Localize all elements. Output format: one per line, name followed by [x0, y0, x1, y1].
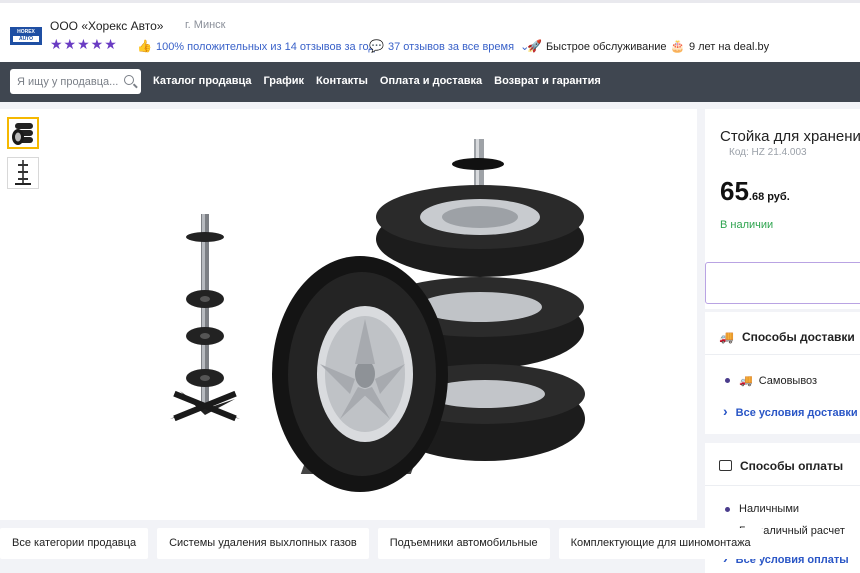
product-price: 65.68 руб. — [720, 176, 790, 207]
product-gallery — [0, 109, 697, 520]
stock-status: В наличии — [720, 219, 774, 231]
product-code: Код: HZ 21.4.003 — [729, 147, 807, 158]
seller-name[interactable]: ООО «Хорекс Авто» — [50, 19, 163, 33]
seller-header: HOREX AUTO ООО «Хорекс Авто» г. Минск ★★… — [0, 0, 860, 62]
price-integer: 65 — [720, 176, 749, 206]
thumbnail-2[interactable] — [7, 157, 39, 189]
seller-nav: Каталог продавца График Контакты Оплата … — [0, 62, 860, 102]
category-chip[interactable]: Все категории продавца — [0, 528, 149, 559]
rocket-icon: 🚀 — [527, 39, 542, 53]
delivery-card: 🚚 Способы доставки 🚚 Самовывоз Все условия… — [705, 312, 860, 434]
delivery-title: 🚚 Способы доставки — [719, 330, 855, 344]
rating-stars: ★★★★★ — [50, 36, 118, 52]
rating-link[interactable]: 👍 100% положительных из 14 отзывов за год — [137, 39, 375, 53]
thumbnail-1[interactable] — [7, 117, 39, 149]
payment-title-text: Способы оплаты — [740, 459, 844, 473]
payment-item-label: Наличными — [739, 503, 800, 515]
fast-service-badge: 🚀 Быстрое обслуживание — [527, 39, 667, 53]
fast-service-text: Быстрое обслуживание — [545, 41, 667, 53]
payment-item: Наличными — [725, 503, 799, 515]
search-input[interactable] — [10, 69, 118, 94]
product-image[interactable] — [150, 119, 610, 509]
years-badge: 🎂 9 лет на deal.by — [670, 39, 769, 53]
category-chips: Все категории продавца Системы удаления … — [0, 528, 763, 560]
nav-links: Каталог продавца График Контакты Оплата … — [153, 75, 613, 87]
logo-text-bottom: AUTO — [13, 36, 39, 42]
payment-title: Способы оплаты — [719, 459, 843, 473]
divider — [705, 485, 860, 486]
cake-icon: 🎂 — [670, 39, 685, 53]
order-button[interactable] — [705, 262, 860, 304]
years-text: 9 лет на deal.by — [688, 41, 770, 53]
reviews-dropdown[interactable]: 💬 37 отзывов за все время ⌄ — [369, 39, 529, 53]
price-currency: руб. — [767, 191, 790, 203]
category-chip[interactable]: Системы удаления выхлопных газов — [157, 528, 369, 559]
nav-catalog[interactable]: Каталог продавца — [153, 75, 251, 87]
reviews-text: 37 отзывов за все время — [387, 41, 515, 53]
truck-icon: 🚚 — [719, 330, 734, 344]
delivery-title-text: Способы доставки — [741, 330, 855, 344]
delivery-item-label: Самовывоз — [758, 375, 818, 387]
seller-logo[interactable]: HOREX AUTO — [10, 27, 42, 45]
stand-thumb-icon — [15, 160, 31, 185]
delivery-more-link[interactable]: Все условия доставки — [723, 403, 858, 419]
thumbs-up-icon: 👍 — [137, 39, 152, 53]
search-icon[interactable] — [124, 75, 134, 85]
search-box — [10, 69, 141, 94]
speech-bubble-icon: 💬 — [369, 39, 384, 53]
divider — [705, 354, 860, 355]
seller-city: г. Минск — [185, 19, 226, 31]
stand-illustration — [170, 214, 240, 422]
logo-text-top: HOREX — [17, 29, 35, 35]
nav-returns[interactable]: Возврат и гарантия — [494, 75, 601, 87]
rating-text: 100% положительных из 14 отзывов за год — [155, 41, 375, 53]
nav-payment-delivery[interactable]: Оплата и доставка — [380, 75, 482, 87]
product-title: Стойка для хранения — [720, 128, 860, 145]
tire-stack-illustration — [272, 139, 585, 492]
wallet-icon — [719, 460, 732, 471]
delivery-item: 🚚 Самовывоз — [725, 374, 817, 387]
category-chip[interactable]: Подъемники автомобильные — [377, 528, 550, 559]
tire-stack-thumb-icon — [12, 123, 33, 145]
nav-contacts[interactable]: Контакты — [316, 75, 368, 87]
category-chip[interactable]: Комплектующие для шиномонтажа — [558, 528, 763, 559]
nav-schedule[interactable]: График — [263, 75, 304, 87]
price-cents: .68 — [748, 191, 765, 203]
truck-icon: 🚚 — [739, 375, 753, 387]
